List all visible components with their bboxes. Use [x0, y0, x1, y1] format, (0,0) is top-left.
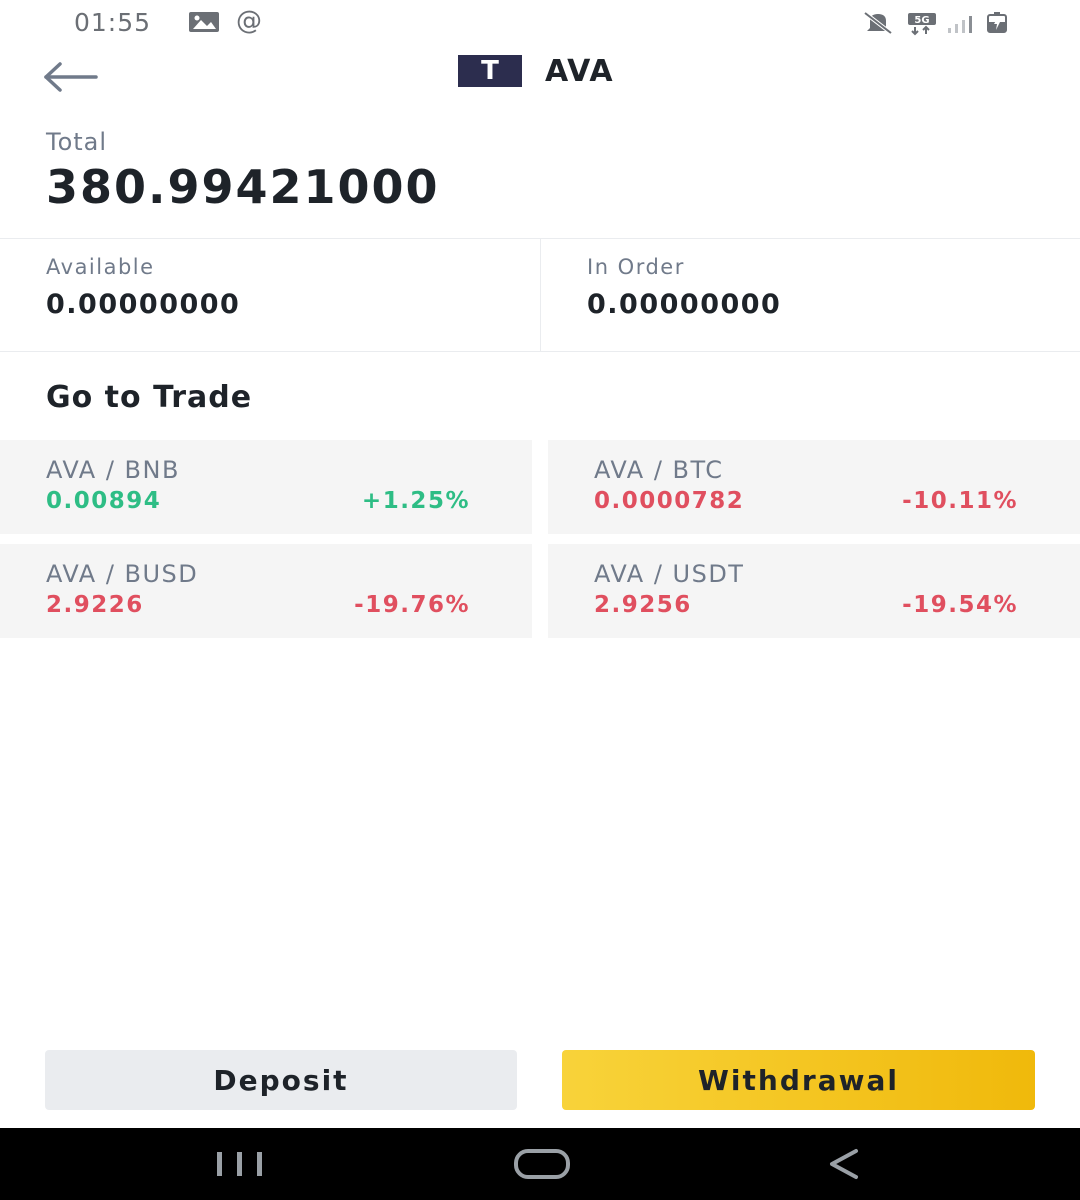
available-value: 0.00000000 [46, 289, 241, 320]
pair-name: AVA / USDT [594, 560, 745, 588]
home-icon[interactable] [512, 1148, 572, 1184]
pair-name: AVA / BNB [46, 456, 180, 484]
in-order-cell: In Order 0.00000000 [540, 239, 1080, 351]
pair-change: +1.25% [361, 488, 470, 514]
mute-icon [862, 10, 894, 40]
section-title: Go to Trade [46, 380, 253, 415]
battery-icon [986, 12, 1008, 38]
pair-change: -10.11% [902, 488, 1018, 514]
trade-pair-card[interactable]: AVA / BTC 0.0000782 -10.11% [548, 440, 1080, 534]
pair-price: 2.9226 [46, 592, 144, 618]
pair-price: 0.0000782 [594, 488, 745, 514]
page-title: AVA [545, 54, 614, 89]
total-value: 380.99421000 [46, 160, 440, 214]
svg-text:5G: 5G [914, 15, 929, 26]
total-label: Total [46, 128, 108, 156]
back-arrow-icon [44, 62, 98, 92]
coin-logo: T [458, 55, 522, 87]
status-time: 01:55 [74, 8, 152, 37]
status-bar: 01:55 @ 5G [0, 0, 1080, 46]
trade-pair-card[interactable]: AVA / USDT 2.9256 -19.54% [548, 544, 1080, 638]
recent-apps-icon[interactable] [212, 1150, 268, 1182]
pair-name: AVA / BUSD [46, 560, 199, 588]
back-icon[interactable] [826, 1148, 862, 1184]
available-label: Available [46, 255, 155, 279]
back-button[interactable] [40, 52, 110, 96]
header: T AVA [0, 46, 1080, 102]
5g-icon: 5G [906, 12, 938, 40]
trade-pair-card[interactable]: AVA / BUSD 2.9226 -19.76% [0, 544, 532, 638]
deposit-button[interactable]: Deposit [45, 1050, 517, 1110]
pair-name: AVA / BTC [594, 456, 724, 484]
balance-row: Available 0.00000000 In Order 0.00000000 [0, 238, 1080, 352]
withdrawal-button[interactable]: Withdrawal [562, 1050, 1035, 1110]
in-order-label: In Order [587, 255, 685, 279]
trade-pair-card[interactable]: AVA / BNB 0.00894 +1.25% [0, 440, 532, 534]
available-cell: Available 0.00000000 [0, 239, 540, 351]
pair-price: 2.9256 [594, 592, 692, 618]
at-icon: @ [236, 6, 262, 36]
pair-price: 0.00894 [46, 488, 162, 514]
pair-change: -19.54% [902, 592, 1018, 618]
pair-change: -19.76% [354, 592, 470, 618]
system-nav-bar [0, 1128, 1080, 1200]
in-order-value: 0.00000000 [587, 289, 782, 320]
signal-icon [946, 14, 974, 38]
image-icon [188, 10, 220, 38]
